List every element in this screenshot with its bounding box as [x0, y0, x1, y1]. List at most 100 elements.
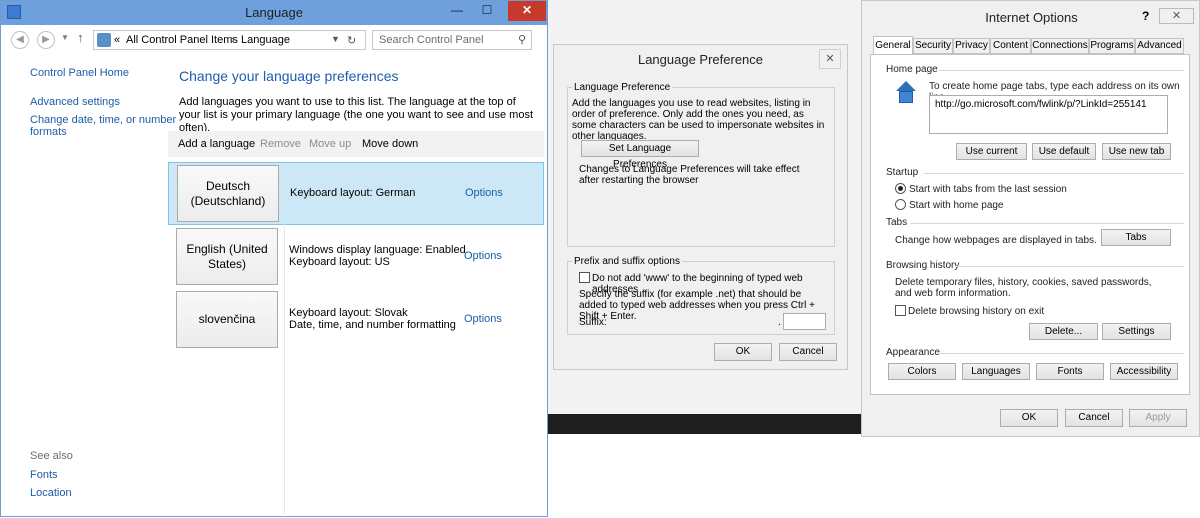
- suffix-label: Suffix:: [579, 317, 607, 328]
- tab-general[interactable]: General: [873, 36, 913, 55]
- close-button[interactable]: ✕: [508, 1, 546, 21]
- language-window: Language — ☐ ✕ ◀ ▶ ▼ ↑ « All Control Pan…: [0, 0, 548, 518]
- see-also-label: See also: [30, 450, 73, 462]
- colors-button[interactable]: Colors: [888, 363, 956, 380]
- page-title: Change your language preferences: [179, 68, 399, 84]
- tab-content[interactable]: Content: [990, 38, 1031, 54]
- general-tab-page: Home page To create home page tabs, type…: [870, 54, 1190, 395]
- language-desc-2: Date, time, and number formatting: [289, 319, 456, 331]
- language-preference-dialog: Language Preference ✕ Language Preferenc…: [553, 44, 848, 370]
- accessibility-button[interactable]: Accessibility: [1110, 363, 1178, 380]
- language-row-slovencina[interactable]: slovenčina Keyboard layout: Slovak Date,…: [168, 289, 544, 352]
- address-bar: ◀ ▶ ▼ ↑ « All Control Panel Items › Lang…: [1, 25, 547, 55]
- up-arrow-icon[interactable]: ↑: [77, 30, 84, 45]
- tabs-label: Tabs: [886, 217, 908, 228]
- breadcrumb-separator-icon: ›: [231, 34, 235, 46]
- delete-on-exit-label: Delete browsing history on exit: [908, 306, 1045, 317]
- tab-advanced[interactable]: Advanced: [1135, 38, 1184, 54]
- browsing-history-label: Browsing history: [886, 260, 960, 271]
- section-divider: [924, 173, 1184, 174]
- refresh-icon[interactable]: ↻: [347, 34, 356, 47]
- settings-button[interactable]: Settings: [1102, 323, 1171, 340]
- language-options-link[interactable]: Options: [464, 250, 502, 262]
- search-icon[interactable]: ⚲: [518, 33, 526, 46]
- group-legend: Prefix and suffix options: [572, 256, 682, 267]
- fonts-button[interactable]: Fonts: [1036, 363, 1104, 380]
- breadcrumb-overflow[interactable]: «: [114, 34, 120, 46]
- startup-last-session-label: Start with tabs from the last session: [909, 184, 1067, 195]
- add-language-button[interactable]: Add a language: [178, 138, 255, 150]
- startup-home-page-radio[interactable]: [895, 199, 906, 210]
- maximize-button[interactable]: ☐: [472, 1, 502, 21]
- language-options-link[interactable]: Options: [465, 187, 503, 199]
- languages-button[interactable]: Languages: [962, 363, 1030, 380]
- language-row-english[interactable]: English (United States) Windows display …: [168, 226, 544, 289]
- use-current-button[interactable]: Use current: [956, 143, 1027, 160]
- minimize-button[interactable]: —: [442, 1, 472, 21]
- recent-pages-icon[interactable]: ▼: [61, 33, 69, 42]
- close-icon[interactable]: ✕: [819, 49, 841, 69]
- language-options-link[interactable]: Options: [464, 313, 502, 325]
- move-up-button[interactable]: Move up: [309, 138, 351, 150]
- chevron-down-icon[interactable]: ▼: [331, 34, 340, 44]
- home-page-url-textarea[interactable]: http://go.microsoft.com/fwlink/p/?LinkId…: [929, 95, 1168, 134]
- column-divider: [284, 224, 285, 518]
- set-language-preferences-button[interactable]: Set Language Preferences: [581, 140, 699, 170]
- search-placeholder: Search Control Panel: [379, 34, 484, 46]
- cancel-button[interactable]: Cancel: [779, 343, 837, 361]
- ok-button[interactable]: OK: [1000, 409, 1058, 427]
- suffix-input[interactable]: [783, 313, 826, 330]
- breadcrumb[interactable]: « All Control Panel Items › Language ▼ ↻: [93, 30, 366, 50]
- back-arrow-icon[interactable]: ◀: [11, 31, 29, 49]
- help-icon[interactable]: ?: [1142, 9, 1149, 23]
- startup-last-session-radio[interactable]: [895, 183, 906, 194]
- group-description: Add the languages you use to read websit…: [572, 98, 825, 142]
- nav-advanced-settings[interactable]: Advanced settings: [30, 96, 120, 108]
- cancel-button[interactable]: Cancel: [1065, 409, 1123, 427]
- delete-on-exit-checkbox[interactable]: [895, 305, 906, 316]
- section-divider: [911, 223, 1184, 224]
- tab-privacy[interactable]: Privacy: [953, 38, 990, 54]
- forward-arrow-icon[interactable]: ▶: [37, 31, 55, 49]
- close-icon[interactable]: ✕: [1159, 8, 1194, 24]
- dialog-title: Language Preference: [637, 52, 764, 67]
- use-default-button[interactable]: Use default: [1032, 143, 1096, 160]
- remove-button[interactable]: Remove: [260, 138, 301, 150]
- language-desc-2: Keyboard layout: US: [289, 256, 390, 268]
- nav-location[interactable]: Location: [30, 487, 72, 499]
- section-divider: [955, 266, 1184, 267]
- tabs-button[interactable]: Tabs: [1101, 229, 1171, 246]
- language-name: Deutsch (Deutschland): [177, 165, 279, 222]
- page-description: Add languages you want to use to this li…: [179, 96, 534, 134]
- tab-connections[interactable]: Connections: [1031, 38, 1089, 54]
- delete-button[interactable]: Delete...: [1029, 323, 1098, 340]
- group-legend: Language Preference: [572, 82, 673, 93]
- title-bar: Language — ☐ ✕: [1, 1, 547, 25]
- nav-change-date-time[interactable]: Change date, time, or number: [30, 114, 176, 126]
- restart-note: Changes to Language Preferences will tak…: [579, 164, 800, 186]
- language-desc: Keyboard layout: German: [290, 187, 416, 199]
- tab-security[interactable]: Security: [913, 38, 953, 54]
- nav-control-panel-home[interactable]: Control Panel Home: [30, 67, 129, 79]
- nav-change-date-time-2[interactable]: formats: [30, 126, 67, 138]
- use-new-tab-button[interactable]: Use new tab: [1102, 143, 1171, 160]
- language-name: slovenčina: [176, 291, 278, 348]
- section-divider: [939, 70, 1184, 71]
- language-row-deutsch[interactable]: Deutsch (Deutschland) Keyboard layout: G…: [168, 162, 544, 225]
- section-divider: [937, 353, 1184, 354]
- desktop-background-lower: [862, 434, 1200, 517]
- breadcrumb-all-items[interactable]: All Control Panel Items: [126, 34, 238, 46]
- search-input[interactable]: Search Control Panel ⚲: [372, 30, 532, 50]
- startup-home-page-label: Start with home page: [909, 200, 1004, 211]
- appearance-label: Appearance: [886, 347, 940, 358]
- move-down-button[interactable]: Move down: [362, 138, 418, 150]
- browsing-history-description: Delete temporary files, history, cookies…: [895, 277, 1152, 299]
- breadcrumb-language[interactable]: Language: [241, 34, 290, 46]
- apply-button[interactable]: Apply: [1129, 409, 1187, 427]
- nav-fonts[interactable]: Fonts: [30, 469, 58, 481]
- www-checkbox[interactable]: [579, 272, 590, 283]
- control-panel-icon: [97, 33, 111, 47]
- tab-programs[interactable]: Programs: [1089, 38, 1135, 54]
- home-icon: [893, 81, 919, 105]
- ok-button[interactable]: OK: [714, 343, 772, 361]
